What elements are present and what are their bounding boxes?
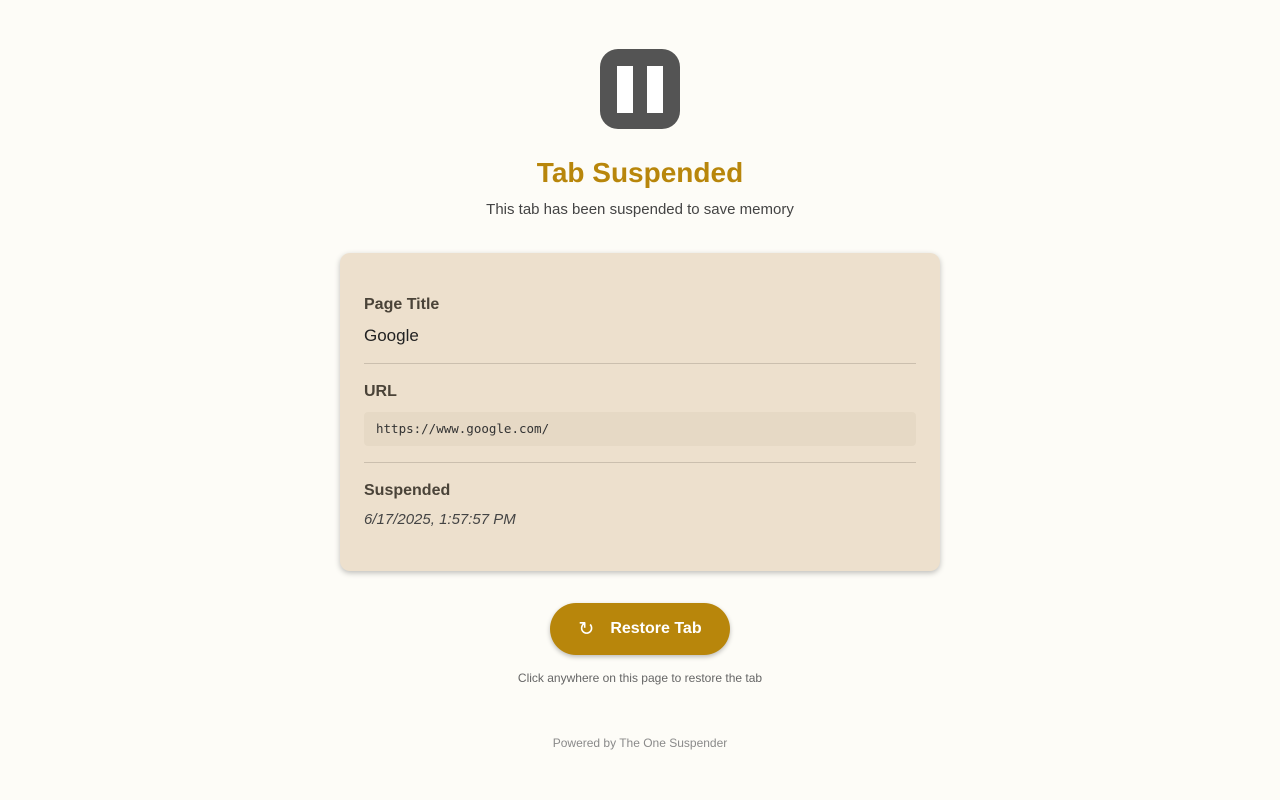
url-value: https://www.google.com/ [364, 412, 916, 446]
page-subtitle: This tab has been suspended to save memo… [486, 201, 794, 218]
restore-tab-button[interactable]: ↻ Restore Tab [550, 603, 730, 655]
pause-bar-right [647, 66, 663, 113]
suspended-timestamp: 6/17/2025, 1:57:57 PM [364, 511, 516, 528]
pause-icon [600, 49, 680, 129]
refresh-icon: ↻ [578, 618, 595, 640]
divider [364, 462, 916, 463]
page-title: Tab Suspended [536, 157, 744, 188]
pause-bar-left [617, 66, 633, 113]
divider [364, 363, 916, 364]
suspended-label: Suspended [364, 482, 451, 499]
restore-tab-label: Restore Tab [610, 620, 702, 637]
tab-info-card: Page Title Google URL https://www.google… [340, 253, 940, 571]
footer-credit: Powered by The One Suspender [552, 736, 728, 750]
page-title-label: Page Title [364, 296, 440, 313]
url-label: URL [364, 383, 397, 400]
suspended-page[interactable]: Tab Suspended This tab has been suspende… [0, 0, 1280, 800]
page-title-value: Google [364, 326, 419, 345]
restore-hint: Click anywhere on this page to restore t… [517, 671, 763, 685]
